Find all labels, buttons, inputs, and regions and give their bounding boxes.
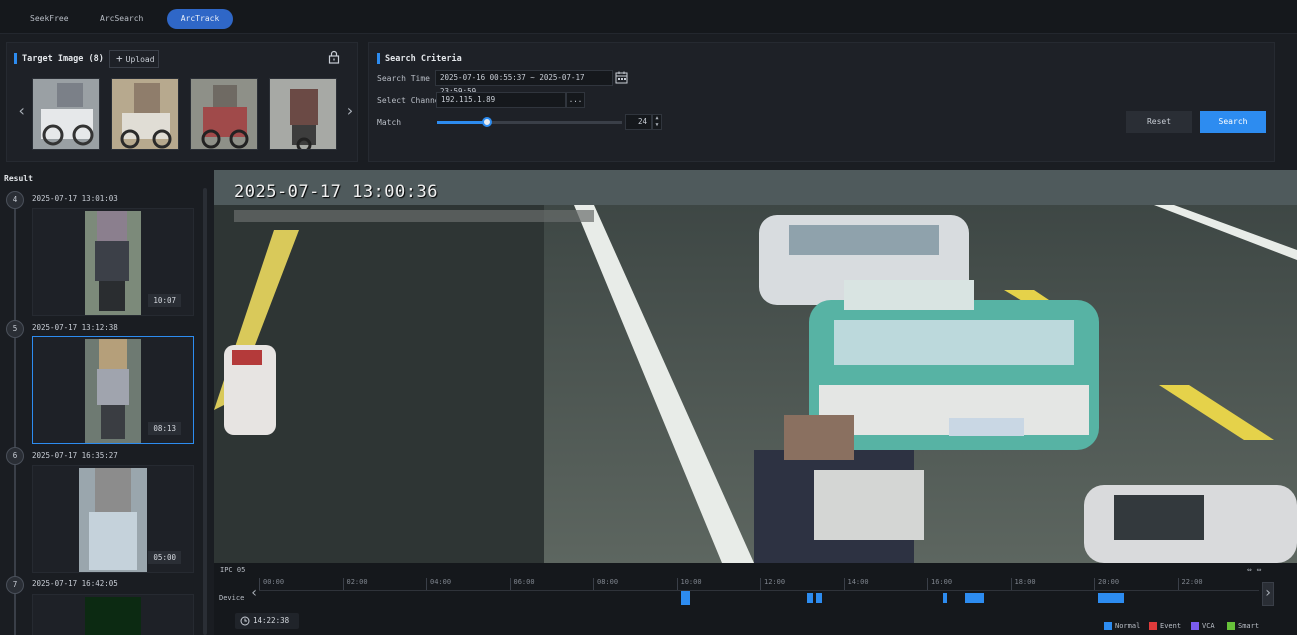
match-label: Match: [377, 118, 402, 127]
title-accent: [14, 53, 17, 64]
timeline-tick-label: 18:00: [1010, 578, 1036, 590]
result-card[interactable]: 05:00: [32, 465, 194, 573]
video-player[interactable]: 2025-07-17 13:00:36: [214, 170, 1297, 563]
result-title: Result: [4, 174, 33, 183]
timeline-next-icon[interactable]: ›: [1262, 582, 1274, 606]
legend-label: VCA: [1202, 622, 1215, 630]
result-scrollbar[interactable]: [203, 188, 207, 635]
legend-label: Event: [1160, 622, 1182, 630]
timeline-tick-label: 12:00: [760, 578, 785, 590]
result-duration: 08:13: [148, 422, 181, 435]
result-card[interactable]: 10:07: [32, 208, 194, 316]
timeline-tick-label: 00:00: [259, 578, 284, 590]
search-criteria-title: Search Criteria: [377, 53, 462, 64]
select-channel-label: Select Channel: [377, 96, 445, 105]
timeline-zoom-icons[interactable]: ⇔ ⇔: [1247, 565, 1261, 574]
search-time-label: Search Time: [377, 74, 430, 83]
timeline-tick-label: 22:00: [1177, 578, 1203, 590]
match-slider[interactable]: [437, 117, 622, 127]
result-index-badge: 4: [6, 191, 24, 209]
result-duration: 05:00: [148, 551, 181, 564]
top-tab-bar: SeekFree ArcSearch ArcTrack: [0, 0, 1297, 34]
legend-vca: VCA: [1191, 622, 1215, 630]
tab-arcsearch[interactable]: ArcSearch: [100, 9, 150, 29]
lock-icon[interactable]: [328, 50, 340, 67]
result-card[interactable]: [32, 594, 194, 635]
result-index-badge: 6: [6, 447, 24, 465]
timeline-tick-label: 08:00: [593, 578, 618, 590]
channel-more-button[interactable]: ...: [566, 92, 585, 108]
result-thumbnail: [85, 211, 141, 315]
result-time: 2025-07-17 13:01:03: [32, 194, 118, 203]
timeline-prev-icon[interactable]: ‹: [250, 585, 258, 601]
target-title-text: Target Image (8): [22, 54, 104, 64]
channel-field[interactable]: 192.115.1.89: [436, 92, 566, 108]
chevron-left-icon[interactable]: ‹: [17, 101, 27, 120]
calendar-icon[interactable]: [615, 71, 628, 87]
tab-arctrack[interactable]: ArcTrack: [167, 9, 233, 29]
timeline-tick-label: 14:00: [843, 578, 869, 590]
legend-swatch: [1191, 622, 1199, 630]
chevron-right-icon[interactable]: ›: [345, 101, 355, 120]
target-thumbnail[interactable]: [190, 78, 258, 150]
search-time-field[interactable]: 2025-07-16 00:55:37 ~ 2025-07-17 23:59:5…: [435, 70, 613, 96]
video-frame: [214, 170, 1297, 563]
recording-segment[interactable]: [681, 591, 690, 605]
criteria-title-text: Search Criteria: [385, 54, 462, 64]
plus-icon: +: [116, 52, 123, 65]
timeline-tick-label: 16:00: [927, 578, 952, 590]
legend-label: Smart: [1238, 622, 1260, 630]
target-thumbnail[interactable]: [32, 78, 100, 150]
target-thumbnail[interactable]: [269, 78, 337, 150]
recording-segment[interactable]: [1098, 593, 1124, 603]
result-thumbnail: [85, 597, 141, 635]
result-card-selected[interactable]: 08:13: [32, 336, 194, 444]
timeline-tick-label: 02:00: [342, 578, 368, 590]
result-thumbnail: [85, 339, 141, 443]
timeline-tick-label: 06:00: [509, 578, 535, 590]
recording-segment[interactable]: [816, 593, 822, 603]
osd-blurred-text: [234, 210, 594, 222]
match-slider-knob[interactable]: [481, 117, 492, 127]
match-value-input[interactable]: 24: [625, 114, 652, 130]
result-duration: 10:07: [148, 294, 181, 307]
upload-button[interactable]: + Upload: [109, 50, 159, 68]
recording-segment[interactable]: [965, 593, 984, 603]
current-time-text: 14:22:38: [253, 616, 290, 625]
result-time: 2025-07-17 16:35:27: [32, 451, 118, 460]
timeline-tick-label: 10:00: [676, 578, 702, 590]
legend-swatch: [1227, 622, 1235, 630]
tab-seekfree[interactable]: SeekFree: [30, 9, 70, 29]
legend-normal: Normal: [1104, 622, 1140, 630]
clock-icon: [240, 616, 250, 626]
result-time: 2025-07-17 13:12:38: [32, 323, 118, 332]
result-index-badge: 5: [6, 320, 24, 338]
legend-smart: Smart: [1227, 622, 1259, 630]
upload-label: Upload: [125, 55, 155, 64]
result-index-badge: 7: [6, 576, 24, 594]
timeline-track[interactable]: [259, 590, 1259, 591]
target-image-title: Target Image (8): [14, 53, 104, 64]
reset-button[interactable]: Reset: [1126, 111, 1192, 133]
result-timeline-line: [14, 194, 16, 635]
title-accent: [377, 53, 380, 64]
result-thumbnail: [79, 468, 147, 572]
video-osd-timestamp: 2025-07-17 13:00:36: [234, 182, 438, 202]
timeline-tick-label: 20:00: [1094, 578, 1119, 590]
timeline-channel-label: IPC 05: [220, 566, 246, 574]
current-time-display: 14:22:38: [235, 613, 299, 629]
legend-event: Event: [1149, 622, 1181, 630]
recording-segment[interactable]: [807, 593, 813, 603]
search-button[interactable]: Search: [1200, 111, 1266, 133]
legend-swatch: [1104, 622, 1112, 630]
match-stepper[interactable]: ▲ ▼: [652, 114, 662, 130]
timeline-tick-label: 04:00: [426, 578, 451, 590]
legend-label: Normal: [1115, 622, 1141, 630]
timeline-row-label: Device: [219, 594, 245, 602]
result-time: 2025-07-17 16:42:05: [32, 579, 118, 588]
target-thumbnail[interactable]: [111, 78, 179, 150]
legend-swatch: [1149, 622, 1157, 630]
match-slider-fill: [437, 121, 487, 124]
recording-segment[interactable]: [943, 593, 947, 603]
